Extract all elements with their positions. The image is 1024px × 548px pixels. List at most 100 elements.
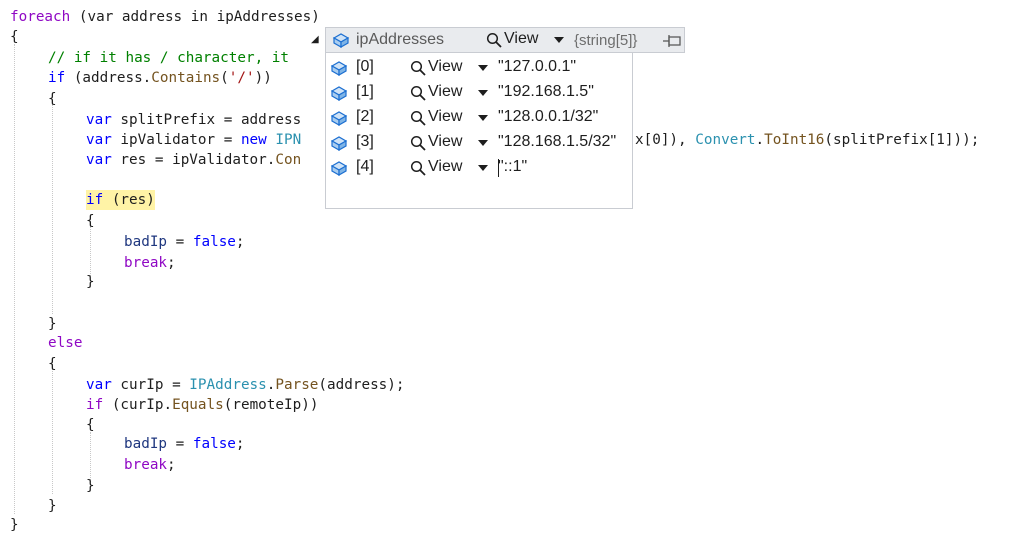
brace: } — [48, 316, 57, 332]
code-text: )) — [254, 70, 272, 86]
datatip-row[interactable]: [4] View "::1" — [326, 156, 634, 181]
indent-guide — [90, 226, 91, 276]
view-visualizer-button[interactable]: View — [486, 30, 566, 50]
keyword: break — [124, 255, 168, 271]
datatip-row[interactable]: [0] View "127.0.0.1" — [326, 56, 634, 81]
string-literal: '/' — [228, 70, 255, 86]
code-text: ; — [235, 436, 245, 452]
view-visualizer-button[interactable]: View — [410, 83, 490, 103]
code-text: (address); — [318, 377, 405, 393]
item-index: [1] — [356, 83, 374, 100]
brace: } — [10, 517, 19, 533]
field-cube-icon — [330, 161, 348, 176]
code-text: = — [167, 436, 193, 452]
indent-guide — [14, 44, 15, 514]
item-value[interactable]: "128.168.1.5/32" — [498, 133, 616, 151]
view-label: View — [428, 158, 463, 175]
code-line-8[interactable]: var res = ipValidator.Con — [86, 150, 301, 170]
code-line-14[interactable]: } — [48, 314, 57, 334]
code-text: ipValidator = — [111, 132, 241, 148]
code-line-9-current-statement[interactable]: if (res) — [86, 190, 155, 210]
comment-text: // if it has / character, it — [48, 50, 290, 66]
code-line-7-right[interactable]: x[0]), Convert.ToInt16(splitPrefix[1])); — [635, 130, 979, 150]
type-name: IPAddress — [189, 377, 267, 393]
view-label: View — [504, 30, 539, 47]
code-line-19[interactable]: { — [86, 415, 95, 435]
code-text: ; — [167, 255, 176, 271]
brace: { — [48, 356, 57, 372]
type-name: Convert — [695, 132, 756, 148]
brace: } — [48, 498, 57, 514]
datatip-row[interactable]: [3] View "128.168.1.5/32" — [326, 131, 634, 156]
indent-guide — [90, 432, 91, 482]
view-visualizer-button[interactable]: View — [410, 133, 490, 153]
keyword: new — [240, 132, 267, 148]
code-line-1[interactable]: foreach (var address in ipAddresses) — [10, 7, 320, 27]
keyword: if — [48, 70, 66, 86]
indent-guide — [52, 364, 53, 494]
brace: { — [10, 29, 19, 45]
code-line-10[interactable]: { — [86, 211, 95, 231]
code-line-5[interactable]: { — [48, 89, 57, 109]
method-name: ToInt16 — [764, 132, 825, 148]
magnifier-icon — [410, 160, 426, 176]
keyword: var — [86, 112, 112, 128]
field-cube-icon — [330, 136, 348, 151]
code-line-4[interactable]: if (address.Contains('/')) — [48, 68, 272, 88]
code-line-17[interactable]: var curIp = IPAddress.Parse(address); — [86, 375, 405, 395]
datatip-row[interactable]: [2] View "128.0.0.1/32" — [326, 106, 634, 131]
code-text: ( — [220, 70, 229, 86]
chevron-down-icon — [478, 65, 488, 71]
code-line-13[interactable]: } — [86, 272, 95, 292]
item-index: [2] — [356, 108, 374, 125]
method-name: Equals — [172, 397, 224, 413]
field-cube-icon — [330, 86, 348, 101]
item-value[interactable]: "127.0.0.1" — [498, 58, 576, 76]
code-line-12[interactable]: break; — [124, 253, 176, 273]
view-visualizer-button[interactable]: View — [410, 58, 490, 78]
code-line-3-comment[interactable]: // if it has / character, it — [48, 48, 289, 68]
magnifier-icon — [410, 110, 426, 126]
code-text: ; — [167, 457, 176, 473]
datatip-type: {string[5]} — [574, 32, 638, 49]
code-line-22[interactable]: } — [86, 476, 95, 496]
datatip-row[interactable]: [1] View "192.168.1.5" — [326, 81, 634, 106]
code-line-6[interactable]: var splitPrefix = address — [86, 110, 301, 130]
view-visualizer-button[interactable]: View — [410, 108, 490, 128]
text-cursor — [498, 159, 499, 177]
code-text: . — [755, 132, 765, 148]
code-text: (res) — [103, 192, 155, 208]
code-line-16[interactable]: { — [48, 354, 57, 374]
view-visualizer-button[interactable]: View — [410, 158, 490, 178]
code-line-7[interactable]: var ipValidator = new IPN — [86, 130, 301, 150]
view-label: View — [428, 58, 463, 75]
code-line-23[interactable]: } — [48, 496, 57, 516]
code-line-2[interactable]: { — [10, 27, 19, 47]
datatip-header[interactable]: ◢ ipAddresses View {string[5]} — [311, 27, 685, 53]
datatip-variable-name[interactable]: ipAddresses — [356, 31, 444, 49]
view-label: View — [428, 108, 463, 125]
code-line-21[interactable]: break; — [124, 455, 176, 475]
code-line-11[interactable]: badIp = false; — [124, 232, 245, 252]
brace: { — [48, 91, 57, 107]
code-line-24[interactable]: } — [10, 515, 19, 535]
chevron-down-icon — [478, 165, 488, 171]
item-value[interactable]: "::1" — [498, 158, 527, 176]
chevron-down-icon — [478, 115, 488, 121]
code-line-20[interactable]: badIp = false; — [124, 434, 245, 454]
item-index: [4] — [356, 158, 374, 175]
field-cube-icon — [332, 33, 350, 48]
code-line-15[interactable]: else — [48, 333, 82, 353]
item-value[interactable]: "192.168.1.5" — [498, 83, 594, 101]
method-name: Con — [275, 152, 302, 168]
chevron-down-icon — [554, 37, 564, 43]
collapse-triangle-icon[interactable]: ◢ — [311, 34, 319, 45]
datatip-popup[interactable]: ◢ ipAddresses View {string[5]} [0] View … — [311, 27, 685, 209]
keyword: break — [124, 457, 168, 473]
code-text: res = ipValidator. — [111, 152, 276, 168]
code-line-18[interactable]: if (curIp.Equals(remoteIp)) — [86, 395, 318, 415]
item-value[interactable]: "128.0.0.1/32" — [498, 108, 598, 126]
keyword: if — [86, 192, 104, 208]
pin-icon[interactable] — [662, 34, 682, 48]
type-name: IPN — [266, 132, 302, 148]
